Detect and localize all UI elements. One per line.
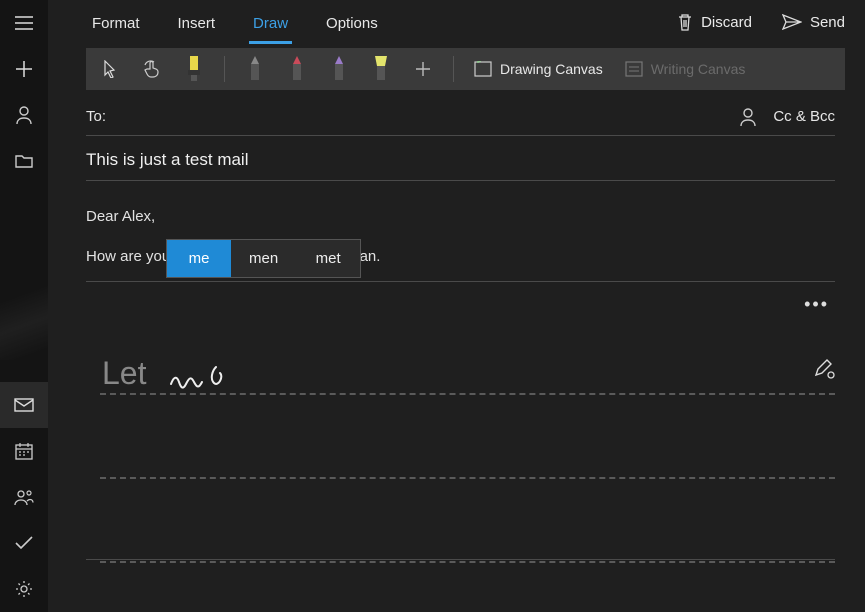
people-app-icon[interactable]: [0, 474, 48, 520]
writing-guideline: [100, 477, 835, 479]
ink-edit-icon[interactable]: [813, 357, 835, 384]
writing-canvas-area[interactable]: Let: [86, 329, 835, 559]
drawing-canvas-button[interactable]: Drawing Canvas: [470, 61, 607, 77]
suggestion-item[interactable]: men: [231, 240, 296, 277]
writing-canvas-icon: [625, 61, 643, 77]
contact-picker-icon[interactable]: [739, 107, 757, 127]
discard-button[interactable]: Discard: [677, 13, 752, 31]
touch-tool[interactable]: [138, 54, 166, 84]
suggestion-item[interactable]: met: [296, 240, 360, 277]
folder-icon[interactable]: [0, 138, 48, 184]
menu-options[interactable]: Options: [322, 5, 382, 40]
pen-yellow-marker[interactable]: [180, 54, 208, 84]
cursor-tool[interactable]: [96, 54, 124, 84]
mail-app-icon[interactable]: [0, 382, 48, 428]
menu-bar: Format Insert Draw Options Discard Send: [48, 0, 865, 44]
suggestion-item[interactable]: me: [167, 240, 231, 277]
writing-guideline: [100, 561, 835, 563]
more-options-button[interactable]: •••: [798, 290, 835, 319]
body-text: Dear Alex,: [86, 205, 835, 229]
new-mail-button[interactable]: [0, 46, 48, 92]
discard-label: Discard: [701, 14, 752, 31]
menu-draw[interactable]: Draw: [249, 5, 292, 40]
to-label: To:: [86, 108, 106, 125]
to-row: To: Cc & Bcc: [86, 106, 835, 136]
pen-red[interactable]: [283, 54, 311, 84]
separator: [453, 56, 454, 82]
draw-toolbar: Drawing Canvas Writing Canvas: [86, 48, 845, 90]
message-body[interactable]: Dear Alex, How are you__________________…: [86, 205, 835, 269]
send-icon: [782, 14, 802, 30]
add-pen-button[interactable]: [409, 54, 437, 84]
pen-purple[interactable]: [325, 54, 353, 84]
separator: [224, 56, 225, 82]
divider: [86, 559, 835, 560]
menu-format[interactable]: Format: [88, 5, 144, 40]
subject-input[interactable]: This is just a test mail: [86, 150, 835, 181]
drawing-canvas-label: Drawing Canvas: [500, 61, 603, 77]
calendar-app-icon[interactable]: [0, 428, 48, 474]
trash-icon: [677, 13, 693, 31]
cc-bcc-button[interactable]: Cc & Bcc: [773, 108, 835, 125]
todo-app-icon[interactable]: [0, 520, 48, 566]
writing-canvas-button[interactable]: Writing Canvas: [621, 61, 750, 77]
send-button[interactable]: Send: [782, 14, 845, 31]
highlighter-yellow[interactable]: [367, 54, 395, 84]
account-icon[interactable]: [0, 92, 48, 138]
drawing-canvas-icon: [474, 61, 492, 77]
ime-suggestions: me men met: [166, 239, 361, 278]
recognized-text: Let: [102, 355, 146, 392]
hamburger-menu-button[interactable]: [0, 0, 48, 46]
send-label: Send: [810, 14, 845, 31]
pen-gray[interactable]: [241, 54, 269, 84]
settings-icon[interactable]: [0, 566, 48, 612]
writing-guideline: [100, 393, 835, 395]
writing-canvas-label: Writing Canvas: [651, 61, 746, 77]
menu-insert[interactable]: Insert: [174, 5, 220, 40]
